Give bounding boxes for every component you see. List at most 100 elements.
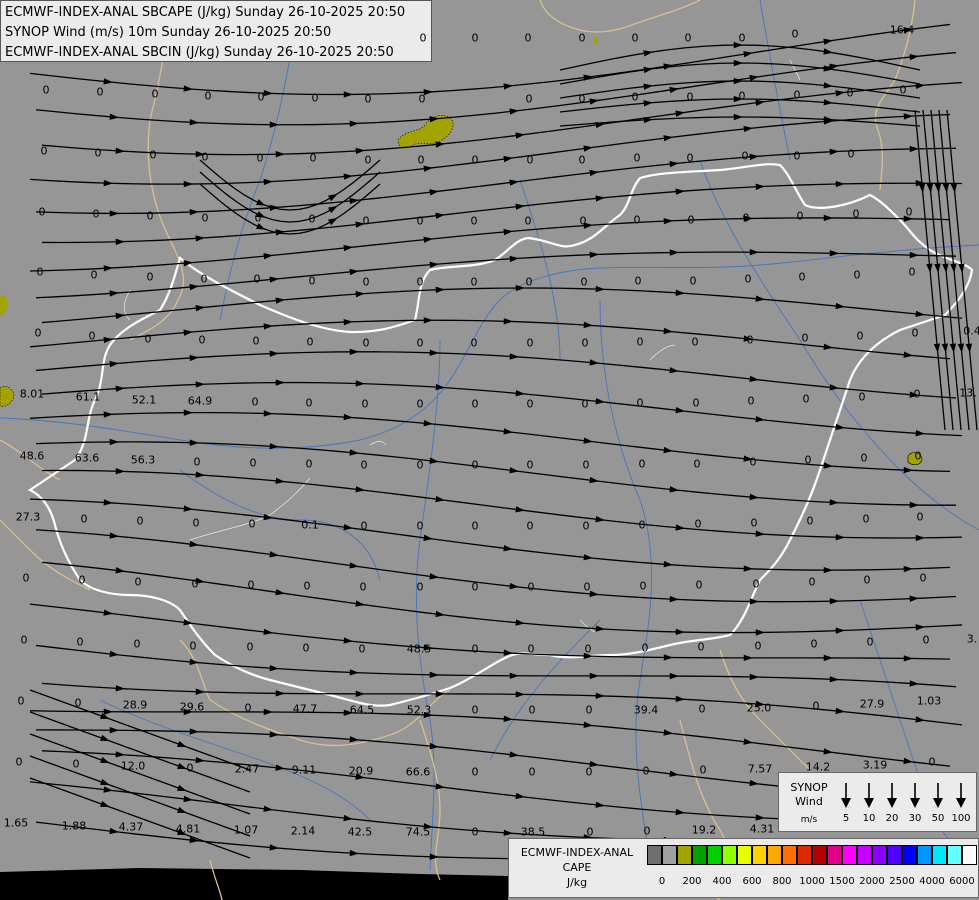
streamline-arrowhead (269, 121, 279, 128)
cape-value: 0 (806, 514, 814, 528)
cape-value: 0 (641, 641, 649, 655)
cape-value: 0 (254, 211, 262, 225)
cape-legend: ECMWF-INDEX-ANAL CAPE J/kg 0 200 400 600 800… (508, 838, 979, 898)
streamline-arrowhead (183, 505, 193, 512)
cape-value: 16.4 (889, 23, 915, 37)
map-viewer[interactable]: ECMWF-INDEX-ANAL SBCAPE (J/kg) Sunday 26… (0, 0, 979, 900)
cape-value: 0 (358, 642, 366, 656)
cape-value: 0 (15, 755, 23, 769)
streamline-arrowhead (355, 600, 365, 607)
cape-value: 0 (191, 577, 199, 591)
streamline-arrowhead (749, 598, 759, 605)
streamline (41, 381, 963, 437)
weather-map[interactable] (0, 0, 979, 900)
wind-legend: SYNOP Wind m/s 5 10 20 30 50 100 (778, 772, 977, 832)
streamline-arrowhead (349, 669, 359, 676)
cape-value: 0 (528, 703, 536, 717)
cape-value: 0 (416, 397, 424, 411)
cape-value: 0 (754, 639, 762, 653)
streamline-arrowhead (909, 501, 919, 509)
streamline-arrowhead (949, 343, 957, 353)
streamline-arrowhead (663, 446, 673, 454)
streamline (35, 644, 957, 688)
streamline-arrowhead (183, 409, 193, 416)
streamline-arrowhead (100, 778, 110, 786)
cape-value: 0 (78, 573, 86, 587)
cape-value: 0 (189, 639, 197, 653)
streamline-arrowhead (918, 183, 926, 193)
cape-value: 0 (524, 214, 532, 228)
streamline-arrowhead (823, 48, 833, 55)
cape-legend-title: ECMWF-INDEX-ANAL CAPE J/kg (513, 845, 641, 890)
cape-color-swatch (782, 845, 797, 865)
streamline-arrowhead (103, 179, 113, 187)
cape-value: 0 (364, 153, 372, 167)
streamline-arrowhead (189, 283, 199, 291)
streamline-arrowhead (743, 51, 753, 58)
streamline (41, 287, 963, 324)
cape-value: 0 (40, 144, 48, 158)
cape-value: 0 (362, 275, 370, 289)
streamline-arrowhead (109, 532, 119, 539)
cape-value: 9.11 (291, 763, 317, 777)
streamline-arrowhead (675, 289, 685, 296)
cape-value: 0 (856, 329, 864, 343)
streamline-arrowhead (100, 734, 110, 742)
cape-value: 0 (247, 578, 255, 592)
streamline-arrowhead (515, 132, 525, 139)
streamline-arrowhead (595, 516, 605, 523)
cape-value: 0 (305, 457, 313, 471)
wind-legend-item: 5 (835, 779, 857, 829)
cape-value: 0 (417, 153, 425, 167)
streamline-arrowhead (669, 595, 679, 603)
streamline-arrowhead (965, 343, 973, 353)
streamline (35, 529, 957, 603)
cape-value: 0 (186, 761, 194, 775)
arrow-down-icon (933, 783, 943, 808)
streamline-arrowhead (933, 343, 941, 353)
arrow-down-icon (956, 783, 966, 808)
cape-value: 7.57 (747, 762, 773, 776)
cape-color-swatch (692, 845, 707, 865)
streamline-arrowhead (100, 800, 110, 808)
streamline-arrowhead (515, 390, 525, 397)
cape-value: 52.1 (131, 393, 157, 407)
streamline-arrowhead (183, 329, 193, 336)
cape-value: 0 (303, 579, 311, 593)
cape-value: 0 (524, 31, 532, 45)
cape-value: 1.65 (3, 816, 29, 830)
streamline-arrowhead (263, 805, 273, 812)
streamline-arrowhead (583, 721, 593, 728)
streamline-arrowhead (950, 183, 958, 193)
cape-value: 0 (579, 214, 587, 228)
cape-value: 0 (359, 580, 367, 594)
cape-value: 0 (471, 31, 479, 45)
cape-value: 0 (699, 763, 707, 777)
cape-value: 0 (201, 211, 209, 225)
cape-value: 0 (302, 641, 310, 655)
cape-value: 3. (966, 632, 978, 646)
streamline-arrowhead (269, 350, 279, 357)
streamline-arrowhead (343, 637, 353, 644)
cape-value: 0 (198, 333, 206, 347)
cape-value: 0 (17, 694, 25, 708)
cape-value: 56.3 (130, 453, 156, 467)
streamline-arrowhead (343, 523, 353, 531)
cape-value: 1.07 (233, 823, 259, 837)
cape-value: 0 (193, 455, 201, 469)
cape-value: 0 (922, 633, 930, 647)
streamline-arrowhead (195, 381, 205, 388)
streamline-arrowhead (103, 411, 113, 418)
streamline-arrowhead (909, 251, 919, 259)
cape-value: 48.6 (19, 449, 45, 463)
cape-value: 0 (581, 336, 589, 350)
streamline-arrowhead (583, 321, 593, 329)
cape-value: 0 (38, 205, 46, 219)
streamline-arrowhead (195, 756, 205, 764)
arrow-down-icon (841, 783, 851, 808)
streamline-arrowhead (328, 193, 338, 202)
streamline-arrowhead (103, 609, 113, 616)
cape-value: 0 (638, 457, 646, 471)
cape-color-swatch (857, 845, 872, 865)
streamline-arrowhead (663, 217, 673, 225)
